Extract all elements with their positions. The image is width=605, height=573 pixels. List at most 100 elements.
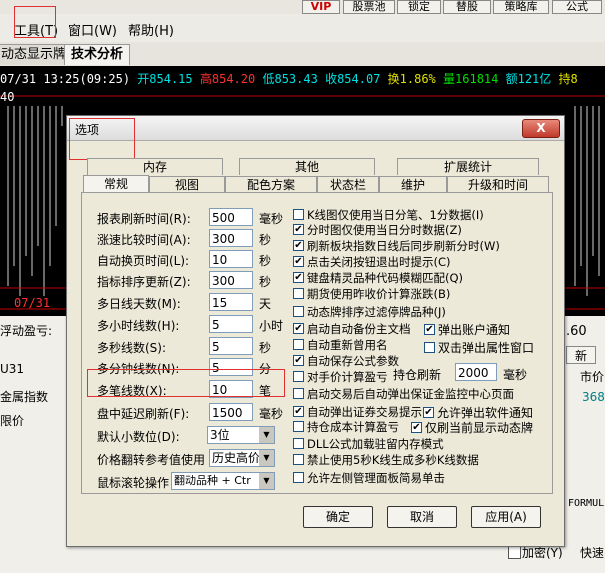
quote-refresh-label: 报表刷新时间(R): bbox=[97, 212, 191, 226]
quote-datetime: 07/31 13:25(09:25) bbox=[0, 72, 131, 86]
option-checkbox[interactable]: ✔ bbox=[293, 323, 304, 334]
apply-button[interactable]: 应用(A) bbox=[471, 506, 541, 528]
tab-status-bar[interactable]: 状态栏 bbox=[317, 176, 379, 193]
tab-upgrade-time[interactable]: 升级和时间 bbox=[447, 176, 549, 193]
option-checkbox[interactable]: ✔ bbox=[293, 256, 304, 267]
decimal-value: 3位 bbox=[210, 428, 230, 442]
option-checkbox[interactable] bbox=[293, 388, 304, 399]
option-checkbox[interactable] bbox=[293, 371, 304, 382]
auto-page-input[interactable]: 10 bbox=[209, 250, 253, 268]
option-checkbox[interactable] bbox=[293, 454, 304, 465]
encrypt-checkbox[interactable] bbox=[508, 546, 521, 559]
chevron-down-icon: ▼ bbox=[259, 473, 274, 489]
tab-memory[interactable]: 内存 bbox=[87, 158, 223, 175]
menu-help[interactable]: 帮助(H) bbox=[128, 20, 174, 39]
dialog-titlebar[interactable]: 选项 X bbox=[67, 116, 564, 141]
option-label: 键盘精灵品种代码模糊匹配(Q) bbox=[307, 271, 464, 285]
contract-code[interactable]: U31 bbox=[0, 362, 24, 376]
refresh-button[interactable]: 新 bbox=[566, 346, 596, 364]
tab-dynamic-board[interactable]: 动态显示牌 bbox=[0, 44, 74, 65]
option-label: K线图仅使用当日分笔、1分数据(I) bbox=[307, 208, 484, 222]
price-ref-select[interactable]: 历史高价 ▼ bbox=[209, 449, 275, 467]
option-checkbox[interactable] bbox=[293, 339, 304, 350]
option-label: 持仓成本计算盈亏 bbox=[307, 420, 399, 434]
option-label: 允许左侧管理面板简易单击 bbox=[307, 471, 445, 485]
quote-info-bar: 07/31 13:25(09:25) 开854.15 高854.20 低853.… bbox=[0, 70, 578, 87]
tab-color-scheme[interactable]: 配色方案 bbox=[225, 176, 317, 193]
strategy-button[interactable]: 策略库 bbox=[493, 0, 549, 14]
decimal-select[interactable]: 3位 ▼ bbox=[207, 426, 275, 444]
tools-highlight-box bbox=[14, 6, 56, 38]
vip-button[interactable]: VIP bbox=[302, 0, 340, 14]
option-checkbox[interactable]: ✔ bbox=[293, 240, 304, 251]
mouse-wheel-select[interactable]: 翻动品种 + Ctr ▼ bbox=[171, 472, 275, 490]
tab-technical-analysis[interactable]: 技术分析 bbox=[64, 44, 131, 65]
indicator-sort-label: 指标排序更新(Z): bbox=[97, 275, 191, 289]
title-highlight-box bbox=[69, 118, 135, 160]
quote-turnover: 换1.86% bbox=[387, 72, 436, 86]
multi-second-input[interactable]: 5 bbox=[209, 337, 253, 355]
rise-speed-input[interactable]: 300 bbox=[209, 229, 253, 247]
stock-pool-button[interactable]: 股票池 bbox=[343, 0, 395, 14]
replace-stock-button[interactable]: 替股 bbox=[443, 0, 491, 14]
indicator-sort-input[interactable]: 300 bbox=[209, 271, 253, 289]
tab-general[interactable]: 常规 bbox=[83, 175, 149, 193]
account-notice-checkbox[interactable]: ✔ bbox=[424, 324, 435, 335]
mouse-wheel-value: 翻动品种 + Ctr bbox=[174, 474, 251, 487]
current-board-checkbox[interactable]: ✔ bbox=[411, 422, 422, 433]
option-checkbox[interactable] bbox=[293, 438, 304, 449]
view-tabbar: 动态显示牌 技术分析 bbox=[0, 42, 605, 67]
menu-window[interactable]: 窗口(W) bbox=[68, 20, 117, 39]
option-checkbox[interactable] bbox=[293, 288, 304, 299]
multi-day-input[interactable]: 15 bbox=[209, 293, 253, 311]
top-toolbar: VIP 股票池 锁定 替股 策略库 公式 bbox=[0, 0, 605, 14]
quote-volume: 量161814 bbox=[443, 72, 499, 86]
option-label: 禁止使用5秒K线生成多秒K线数据 bbox=[307, 453, 479, 467]
option-label: 刷新板块指数日线后同步刷新分时(W) bbox=[307, 239, 500, 253]
option-checkbox[interactable] bbox=[293, 472, 304, 483]
multi-day-label: 多日线天数(M): bbox=[97, 297, 181, 311]
right-value-2: 368 bbox=[582, 390, 605, 404]
option-label: 动态牌排序过滤停牌品种(J) bbox=[307, 305, 446, 319]
fast-label[interactable]: 快速 bbox=[580, 544, 604, 561]
tab-view[interactable]: 视图 bbox=[149, 176, 225, 193]
option-checkbox[interactable] bbox=[293, 421, 304, 432]
ok-button[interactable]: 确定 bbox=[303, 506, 373, 528]
option-checkbox[interactable]: ✔ bbox=[293, 355, 304, 366]
multi-hour-unit: 小时 bbox=[259, 319, 284, 333]
property-window-checkbox[interactable] bbox=[424, 342, 435, 353]
quote-refresh-input[interactable]: 500 bbox=[209, 208, 253, 226]
lock-button[interactable]: 锁定 bbox=[397, 0, 441, 14]
option-checkbox[interactable] bbox=[293, 306, 304, 317]
option-label: 对手价计算盈亏 bbox=[307, 370, 388, 384]
option-label: 点击关闭按钮退出时提示(C) bbox=[307, 255, 451, 269]
indicator-sort-unit: 秒 bbox=[259, 275, 272, 289]
date-axis-label: 07/31 bbox=[14, 296, 51, 310]
limit-price-label[interactable]: 限价 bbox=[0, 412, 24, 429]
quote-hold: 持8 bbox=[558, 72, 578, 86]
right-value-1: .60 bbox=[566, 324, 587, 339]
tick-lines-highlight-box bbox=[87, 369, 285, 397]
quote-low: 低853.43 bbox=[262, 72, 318, 86]
hold-refresh-input[interactable]: 2000 bbox=[455, 363, 497, 381]
option-checkbox[interactable]: ✔ bbox=[293, 406, 304, 417]
option-label: 自动保存公式参数 bbox=[307, 354, 399, 368]
decimal-label: 默认小数位(D): bbox=[97, 430, 180, 444]
auto-page-label: 自动换页时间(L): bbox=[97, 254, 190, 268]
software-notice-checkbox[interactable]: ✔ bbox=[423, 407, 434, 418]
tab-other[interactable]: 其他 bbox=[239, 158, 375, 175]
metal-index-label[interactable]: 金属指数 bbox=[0, 388, 48, 405]
option-checkbox[interactable] bbox=[293, 209, 304, 220]
menu-bar: 工具(T) 窗口(W) 帮助(H) bbox=[0, 14, 605, 43]
cancel-button[interactable]: 取消 bbox=[387, 506, 457, 528]
tab-extended-stats[interactable]: 扩展统计 bbox=[397, 158, 539, 175]
chevron-down-icon: ▼ bbox=[259, 450, 274, 466]
intraday-delay-input[interactable]: 1500 bbox=[209, 403, 253, 421]
option-label: DLL公式加载驻留内存模式 bbox=[307, 437, 444, 451]
formula-button[interactable]: 公式 bbox=[552, 0, 602, 14]
option-checkbox[interactable]: ✔ bbox=[293, 272, 304, 283]
close-button[interactable]: X bbox=[522, 119, 560, 138]
tab-maintenance[interactable]: 维护 bbox=[379, 176, 447, 193]
option-checkbox[interactable]: ✔ bbox=[293, 224, 304, 235]
multi-hour-input[interactable]: 5 bbox=[209, 315, 253, 333]
